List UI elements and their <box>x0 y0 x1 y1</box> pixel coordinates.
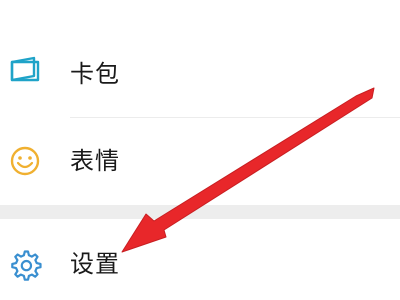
menu-item-label: 表情 <box>70 147 120 175</box>
gear-icon <box>11 250 42 281</box>
menu-item-label: 卡包 <box>70 60 120 88</box>
card-wallet-icon <box>10 56 40 82</box>
menu-item-settings[interactable]: 设置 <box>0 228 400 300</box>
menu-item-stickers[interactable]: 表情 <box>0 124 400 198</box>
smiley-icon <box>10 146 40 176</box>
menu-item-label: 设置 <box>70 250 120 278</box>
section-separator <box>0 205 400 219</box>
menu-item-card-wallet[interactable]: 卡包 <box>0 40 400 108</box>
divider <box>70 117 400 118</box>
settings-menu-screen: 卡包 表情 设置 <box>0 0 400 300</box>
